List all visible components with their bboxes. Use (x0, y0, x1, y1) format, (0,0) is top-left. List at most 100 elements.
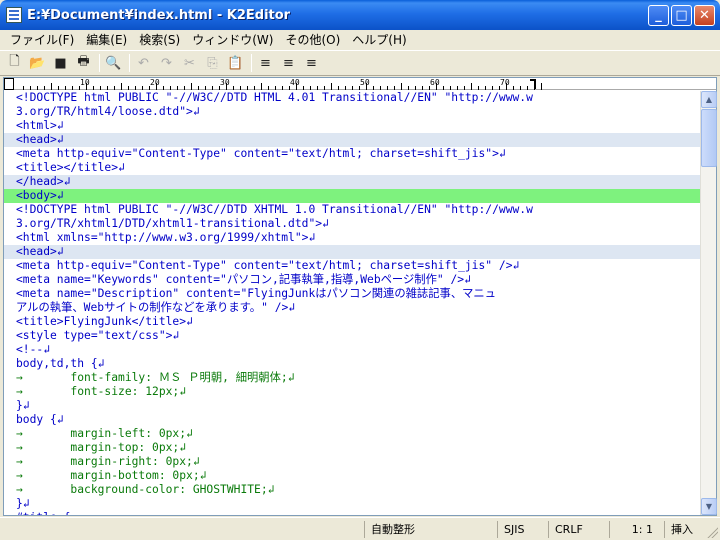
ruler-tick (233, 86, 234, 90)
title-bar[interactable]: E:¥Document¥index.html - K2Editor _ □ ✕ (0, 0, 720, 30)
menu-file[interactable]: ファイル(F) (4, 30, 80, 50)
paste-icon[interactable]: 📋 (225, 53, 246, 74)
ruler-tick (191, 83, 192, 90)
ruler-tick (275, 86, 276, 90)
code-line[interactable]: 3.org/TR/xhtml1/DTD/xhtml1-transitional.… (4, 217, 700, 231)
ruler-tick (345, 86, 346, 90)
code-line[interactable]: <title></title>↲ (4, 161, 700, 175)
code-line[interactable]: <!--↲ (4, 343, 700, 357)
ruler-tick (338, 86, 339, 90)
ruler-tick (163, 86, 164, 90)
code-line[interactable]: <meta name="Keywords" content="パソコン,記事執筆… (4, 273, 700, 287)
cut-icon[interactable]: ✂ (179, 53, 200, 74)
ruler-tick (121, 83, 122, 90)
ruler-tick (352, 86, 353, 90)
vertical-scrollbar[interactable]: ▲ ▼ (700, 91, 717, 515)
scroll-down-button[interactable]: ▼ (701, 498, 717, 515)
ruler[interactable]: 10 20 30 40 50 60 70 (4, 78, 716, 90)
code-line[interactable]: <html xmlns="http://www.w3.org/1999/xhtm… (4, 231, 700, 245)
new-file-icon[interactable]: 🗋 (4, 53, 25, 74)
find-icon[interactable]: 🔍 (103, 53, 124, 74)
align-right-icon[interactable]: ≡ (301, 53, 322, 74)
ruler-tick (114, 86, 115, 90)
print-icon[interactable]: 🖶 (73, 53, 94, 74)
scroll-thumb[interactable] (701, 109, 717, 167)
code-line[interactable]: <!DOCTYPE html PUBLIC "-//W3C//DTD XHTML… (4, 203, 700, 217)
code-line[interactable]: body {↲ (4, 413, 700, 427)
code-line[interactable]: <meta name="Description" content="Flying… (4, 287, 700, 301)
status-insert-mode[interactable]: 挿入 (664, 521, 704, 538)
code-line[interactable]: → margin-left: 0px;↲ (4, 427, 700, 441)
minimize-button[interactable]: _ (648, 5, 669, 26)
ruler-tick (464, 86, 465, 90)
code-line[interactable]: <head>↲ (4, 245, 700, 259)
align-center-icon[interactable]: ≡ (278, 53, 299, 74)
ruler-tick (184, 86, 185, 90)
code-line[interactable]: <html>↲ (4, 119, 700, 133)
ruler-tick (317, 86, 318, 90)
ruler-tick (205, 86, 206, 90)
code-line[interactable]: → margin-right: 0px;↲ (4, 455, 700, 469)
maximize-button[interactable]: □ (671, 5, 692, 26)
code-line[interactable]: <!DOCTYPE html PUBLIC "-//W3C//DTD HTML … (4, 91, 700, 105)
ruler-tick (310, 86, 311, 90)
ruler-tick (408, 86, 409, 90)
ruler-tick (380, 86, 381, 90)
code-line[interactable]: <head>↲ (4, 133, 700, 147)
ruler-label: 70 (500, 78, 510, 87)
save-icon[interactable]: ■ (50, 53, 71, 74)
wrap-marker-icon[interactable] (530, 79, 536, 89)
ruler-tick (541, 83, 542, 90)
align-left-icon[interactable]: ≡ (255, 53, 276, 74)
ruler-tick (422, 86, 423, 90)
code-line[interactable]: #title { (4, 511, 700, 515)
ruler-label: 40 (290, 78, 300, 87)
code-line[interactable]: → background-color: GHOSTWHITE;↲ (4, 483, 700, 497)
scroll-up-button[interactable]: ▲ (701, 91, 717, 108)
ruler-tick (331, 83, 332, 90)
code-line[interactable]: </head>↲ (4, 175, 700, 189)
ruler-tick (44, 86, 45, 90)
ruler-tick (415, 86, 416, 90)
menu-other[interactable]: その他(O) (279, 30, 346, 50)
copy-icon[interactable]: ⎘ (202, 53, 223, 74)
ruler-tick (254, 86, 255, 90)
code-line[interactable]: アルの執筆、Webサイトの制作などを承ります。" />↲ (4, 301, 700, 315)
menu-window[interactable]: ウィンドウ(W) (186, 30, 279, 50)
ruler-tick (247, 86, 248, 90)
code-line[interactable]: <title>FlyingJunk</title>↲ (4, 315, 700, 329)
menu-edit[interactable]: 編集(E) (80, 30, 133, 50)
code-line[interactable]: body,td,th {↲ (4, 357, 700, 371)
ruler-tick (170, 86, 171, 90)
ruler-tick (443, 86, 444, 90)
ruler-tick (135, 86, 136, 90)
ruler-tick (478, 86, 479, 90)
menu-search[interactable]: 検索(S) (133, 30, 186, 50)
code-line[interactable]: 3.org/TR/html4/loose.dtd">↲ (4, 105, 700, 119)
text-area[interactable]: <!DOCTYPE html PUBLIC "-//W3C//DTD HTML … (4, 91, 700, 515)
toolbar: 🗋 📂 ■ 🖶 🔍 ↶ ↷ ✂ ⎘ 📋 ≡ ≡ ≡ (0, 50, 720, 76)
window-title: E:¥Document¥index.html - K2Editor (27, 7, 291, 23)
undo-icon[interactable]: ↶ (133, 53, 154, 74)
ruler-tick (37, 86, 38, 90)
code-line[interactable]: → margin-top: 0px;↲ (4, 441, 700, 455)
resize-grip-icon[interactable] (706, 526, 718, 538)
ruler-label: 50 (360, 78, 370, 87)
redo-icon[interactable]: ↷ (156, 53, 177, 74)
code-line[interactable]: → margin-bottom: 0px;↲ (4, 469, 700, 483)
open-folder-icon[interactable]: 📂 (27, 53, 48, 74)
ruler-tick (457, 86, 458, 90)
code-line[interactable]: }↲ (4, 497, 700, 511)
status-encoding[interactable]: SJIS (497, 521, 543, 538)
code-line[interactable]: <style type="text/css">↲ (4, 329, 700, 343)
code-line[interactable]: <body>↲ (4, 189, 700, 203)
close-button[interactable]: ✕ (694, 5, 715, 26)
code-line[interactable]: → font-family: ＭＳ Ｐ明朝, 細明朝体;↲ (4, 371, 700, 385)
code-line[interactable]: }↲ (4, 399, 700, 413)
code-line[interactable]: → font-size: 12px;↲ (4, 385, 700, 399)
status-line-ending[interactable]: CRLF (548, 521, 604, 538)
code-line[interactable]: <meta http-equiv="Content-Type" content=… (4, 147, 700, 161)
code-line[interactable]: <meta http-equiv="Content-Type" content=… (4, 259, 700, 273)
status-auto-format[interactable]: 自動整形 (364, 521, 492, 538)
menu-help[interactable]: ヘルプ(H) (346, 30, 412, 50)
